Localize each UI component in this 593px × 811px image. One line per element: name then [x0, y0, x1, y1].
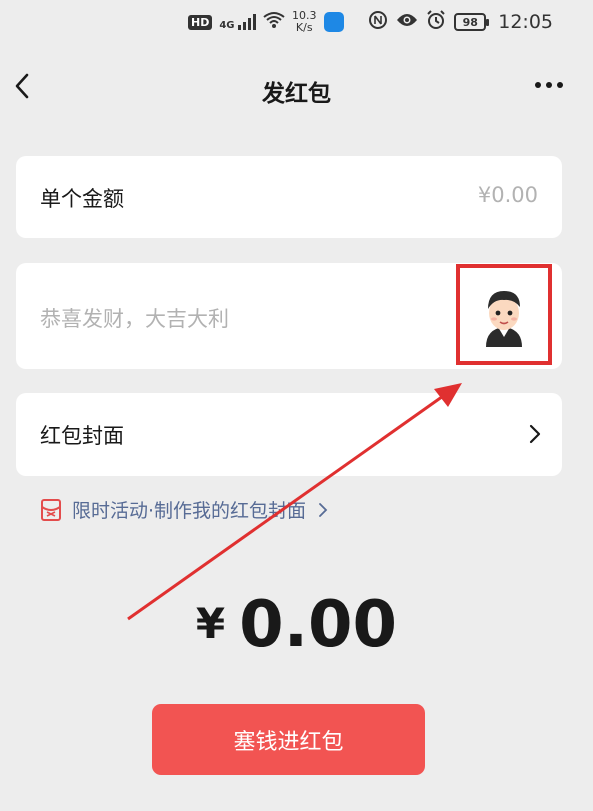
greeting-input[interactable]: 恭喜发财，大吉大利: [40, 303, 229, 333]
signal-label: 4G: [219, 19, 235, 31]
page-title: 发红包: [262, 81, 331, 107]
clock: 12:05: [498, 11, 553, 33]
more-dot-icon: [546, 82, 552, 88]
amount-label: 单个金额: [40, 187, 124, 211]
cover-card[interactable]: 红包封面: [16, 393, 562, 476]
signal-icon: 4G: [219, 13, 256, 31]
nfc-icon: [368, 10, 388, 34]
total-amount: ¥0.00: [0, 588, 593, 662]
nav-bar: 发红包: [0, 60, 593, 116]
chevron-right-icon: [529, 424, 541, 444]
more-dot-icon: [557, 82, 563, 88]
avatar-sticker-button[interactable]: [456, 264, 552, 365]
network-speed: 10.3 K/s: [292, 10, 317, 34]
currency-symbol: ¥: [195, 599, 226, 648]
promo-link[interactable]: 限时活动·制作我的红包封面: [40, 496, 328, 523]
battery-level: 98: [462, 15, 478, 29]
total-value: 0.00: [239, 588, 398, 662]
status-left: HD 4G 10.3 K/s: [188, 10, 344, 34]
status-bar: HD 4G 10.3 K/s 98 12:05: [0, 0, 593, 50]
cover-label: 红包封面: [40, 424, 124, 448]
chevron-right-icon: [319, 502, 328, 517]
red-packet-icon: [41, 498, 61, 521]
weather-app-icon: [323, 12, 344, 32]
more-button[interactable]: [535, 82, 563, 88]
eye-icon: [396, 12, 418, 32]
hd-badge: HD: [188, 14, 213, 30]
wifi-icon: [263, 11, 285, 33]
amount-input[interactable]: ¥0.00: [478, 183, 538, 207]
speed-unit: K/s: [295, 21, 313, 34]
status-right: 98 12:05: [368, 10, 553, 34]
send-red-packet-button[interactable]: 塞钱进红包: [152, 704, 425, 775]
more-dot-icon: [535, 82, 541, 88]
alarm-icon: [426, 10, 446, 34]
greeting-card[interactable]: 恭喜发财，大吉大利: [16, 263, 562, 369]
promo-text: 限时活动·制作我的红包封面: [72, 500, 307, 522]
avatar-sticker-icon: [486, 290, 522, 347]
battery-icon: 98: [454, 13, 490, 31]
amount-card[interactable]: 单个金额 ¥0.00: [16, 156, 562, 238]
